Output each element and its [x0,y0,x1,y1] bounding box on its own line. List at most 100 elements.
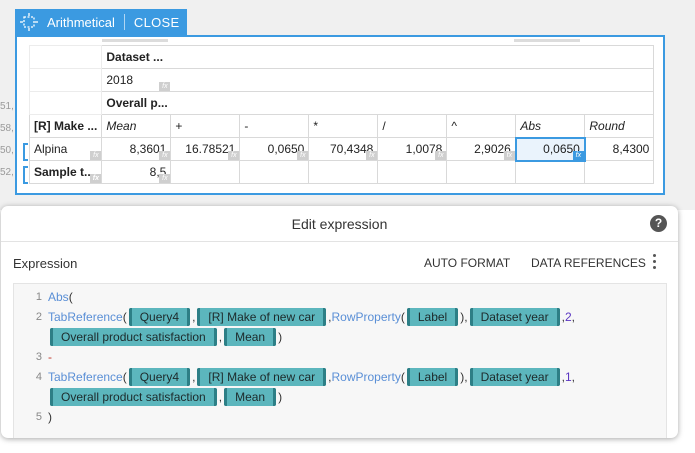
table-cell[interactable] [515,160,586,184]
expression-toolbar: Expression AUTO FORMAT DATA REFERENCES [1,243,678,283]
number-literal: 1 [564,370,572,384]
sheet-value: 51,9 [0,101,14,112]
code-line: Overall product satisfaction, Mean) [14,327,666,347]
column-header[interactable]: + [170,114,241,138]
reference-chip[interactable]: Overall product satisfaction [50,388,217,406]
table-frame[interactable]: Dataset ... 2018 fx Overall p... [R] Make… [15,35,665,195]
header-overall[interactable]: Overall p... [101,91,655,115]
header-year[interactable]: 2018 fx [101,68,655,92]
table-cell[interactable]: 8,3601 fx [101,137,172,161]
table-cell[interactable]: 70,4348 fx [308,137,379,161]
tab-title: Arithmetical [47,14,115,30]
expression-label: Expression [13,256,78,271]
expression-editor[interactable]: 1 Abs( 2 TabReference( Query4, [R] Make … [13,283,667,438]
line-number: 3 [35,351,42,363]
sheet-value: 52,8 [0,167,14,178]
chip-text: Mean [227,388,274,406]
table-row: 2018 fx [28,68,655,92]
fx-icon: fx [297,151,308,160]
arithmetical-tab[interactable]: Arithmetical CLOSE [15,9,187,35]
number-literal: 2 [564,310,572,324]
row-bracket [23,166,28,184]
sheet-value: 58,8 [0,123,14,134]
column-header[interactable]: * [308,114,379,138]
code-line: Overall product satisfaction, Mean) [14,387,666,407]
reference-chip[interactable]: Overall product satisfaction [50,328,217,346]
data-references-button[interactable]: DATA REFERENCES [531,256,646,270]
table-cell[interactable] [308,160,379,184]
auto-format-button[interactable]: AUTO FORMAT [424,256,510,270]
table-row: Dataset ... [28,45,655,69]
chip-text: Query4 [131,308,188,326]
row-label-text: Alpina [34,142,68,156]
column-header[interactable]: ^ [446,114,517,138]
column-header[interactable]: Round [584,114,655,138]
line-number: 2 [35,311,42,323]
chip-text: [R] Make of new car [200,368,324,386]
reference-chip[interactable]: Label [406,308,459,326]
function-name: RowProperty [331,370,401,384]
reference-chip[interactable]: Dataset year [469,308,560,326]
reference-chip[interactable]: Mean [224,328,277,346]
chip-text: Query4 [131,368,188,386]
sheet-value: 50,4 [0,145,14,156]
more-options-icon[interactable] [653,254,657,272]
fx-icon: fx [435,151,446,160]
fx-icon: fx [503,151,515,160]
reference-chip[interactable]: [R] Make of new car [197,368,327,386]
column-header[interactable]: - [239,114,310,138]
table-cell[interactable]: 1,0078 fx [377,137,448,161]
data-table: Dataset ... 2018 fx Overall p... [R] Make… [28,45,655,184]
function-name: Abs [48,290,69,304]
reference-chip[interactable]: Mean [224,388,277,406]
table-cell[interactable] [446,160,517,184]
table-cell [28,91,103,115]
chip-text: Label [409,308,456,326]
reference-chip[interactable]: Dataset year [469,368,560,386]
table-cell[interactable] [584,160,655,184]
table-row: Sample t... fx 8,5 fx [28,160,655,184]
line-number: 4 [35,371,42,383]
reference-chip[interactable]: Query4 [128,368,191,386]
row-label[interactable]: Sample t... fx [28,160,103,184]
code-line: 4 TabReference( Query4, [R] Make of new … [14,367,666,387]
reference-chip[interactable]: Label [406,368,459,386]
row-label[interactable]: Alpina fx [28,137,103,161]
column-header[interactable]: / [377,114,448,138]
table-row: Overall p... [28,91,655,115]
table-cell[interactable]: 8,4300 [584,137,655,161]
column-header[interactable]: Abs [515,114,586,138]
row-header-label[interactable]: [R] Make ... [28,114,103,138]
sheet-row-values: 51,9 58,8 50,4 52,8 [0,96,14,184]
chip-text: Dataset year [472,368,557,386]
table-cell[interactable]: 2,9026 fx [446,137,517,161]
function-name: RowProperty [331,310,401,324]
table-row: [R] Make ... Mean + - * / ^ Abs Round [28,114,655,138]
fx-icon: fx [159,82,171,91]
cell-value: 8,4300 [612,142,650,156]
header-dataset[interactable]: Dataset ... [101,45,655,69]
fx-icon: fx [159,151,170,160]
code-line: 3 - [14,347,666,367]
function-name: TabReference [48,310,123,324]
reference-chip[interactable]: [R] Make of new car [197,308,327,326]
line-number: 1 [35,291,42,303]
table-cell[interactable]: 8,5 fx [101,160,172,184]
fx-icon: fx [90,151,101,160]
table-cell[interactable] [377,160,448,184]
code-line: 5 ) [14,407,666,427]
fx-icon: fx [159,174,170,183]
table-cell[interactable]: 0,0650 fx [239,137,310,161]
table-cell[interactable] [170,160,241,184]
reference-chip[interactable]: Query4 [128,308,191,326]
column-header[interactable]: Mean [101,114,172,138]
function-name: TabReference [48,370,123,384]
panel-title: Edit expression [1,206,678,242]
help-icon[interactable]: ? [650,215,667,232]
close-button[interactable]: CLOSE [134,15,180,30]
table-cell[interactable]: 16.78521 fx [170,137,241,161]
row-bracket [23,143,28,161]
line-number: 5 [35,411,42,423]
table-cell[interactable] [239,160,310,184]
selected-cell[interactable]: 0,0650 fx [514,136,586,162]
